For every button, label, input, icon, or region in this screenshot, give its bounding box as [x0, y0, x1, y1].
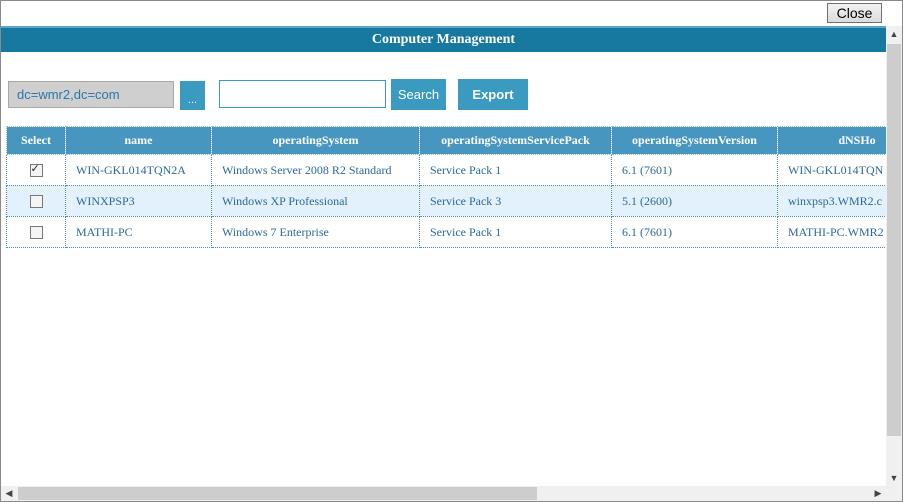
vertical-scrollbar[interactable]: ▲ ▼ [886, 26, 902, 486]
computers-table: Select name operatingSystem operatingSys… [6, 126, 886, 248]
name-cell: WIN-GKL014TQN2A [65, 154, 212, 186]
browse-button[interactable]: ... [180, 81, 205, 110]
dns-cell: MATHI-PC.WMR2 [777, 216, 886, 248]
search-input[interactable] [219, 80, 386, 108]
service-pack-cell: Service Pack 1 [419, 154, 612, 186]
header-select[interactable]: Select [6, 126, 66, 155]
horizontal-scroll-thumb[interactable] [18, 487, 537, 500]
scroll-right-icon[interactable]: ▶ [870, 486, 886, 501]
name-cell: WINXPSP3 [65, 185, 212, 217]
select-cell [6, 216, 66, 248]
horizontal-scrollbar[interactable]: ◀ ▶ [1, 486, 886, 501]
header-os-version[interactable]: operatingSystemVersion [611, 126, 778, 155]
dialog-content: dc=wmr2,dc=com ... Search Export Select … [1, 52, 886, 486]
header-operating-system[interactable]: operatingSystem [211, 126, 420, 155]
os-cell: Windows Server 2008 R2 Standard [211, 154, 420, 186]
version-cell: 5.1 (2600) [611, 185, 778, 217]
dialog-title: Computer Management [1, 26, 886, 52]
dns-cell: WIN-GKL014TQN [777, 154, 886, 186]
scroll-up-icon[interactable]: ▲ [886, 26, 902, 42]
base-dn-field[interactable]: dc=wmr2,dc=com [8, 81, 174, 108]
version-cell: 6.1 (7601) [611, 216, 778, 248]
select-cell [6, 154, 66, 186]
table-header-row: Select name operatingSystem operatingSys… [6, 126, 886, 155]
service-pack-cell: Service Pack 3 [419, 185, 612, 217]
header-dns-hostname[interactable]: dNSHo [777, 126, 886, 155]
service-pack-cell: Service Pack 1 [419, 216, 612, 248]
row-checkbox[interactable] [29, 162, 43, 178]
scroll-left-icon[interactable]: ◀ [1, 486, 17, 501]
table-row[interactable]: WIN-GKL014TQN2A Windows Server 2008 R2 S… [6, 154, 886, 186]
os-cell: Windows 7 Enterprise [211, 216, 420, 248]
dialog-window: Close Computer Management dc=wmr2,dc=com… [0, 0, 903, 502]
table-row[interactable]: WINXPSP3 Windows XP Professional Service… [6, 185, 886, 217]
search-button[interactable]: Search [391, 79, 446, 110]
row-checkbox[interactable] [29, 226, 43, 240]
scroll-down-icon[interactable]: ▼ [886, 470, 902, 486]
header-service-pack[interactable]: operatingSystemServicePack [419, 126, 612, 155]
name-cell: MATHI-PC [65, 216, 212, 248]
table-row[interactable]: MATHI-PC Windows 7 Enterprise Service Pa… [6, 216, 886, 248]
version-cell: 6.1 (7601) [611, 154, 778, 186]
dns-cell: winxpsp3.WMR2.c [777, 185, 886, 217]
select-cell [6, 185, 66, 217]
header-name[interactable]: name [65, 126, 212, 155]
close-button[interactable]: Close [827, 3, 882, 23]
vertical-scroll-thumb[interactable] [887, 44, 901, 436]
os-cell: Windows XP Professional [211, 185, 420, 217]
export-button[interactable]: Export [458, 79, 528, 110]
row-checkbox[interactable] [29, 195, 43, 209]
scrollbar-corner [886, 486, 902, 501]
